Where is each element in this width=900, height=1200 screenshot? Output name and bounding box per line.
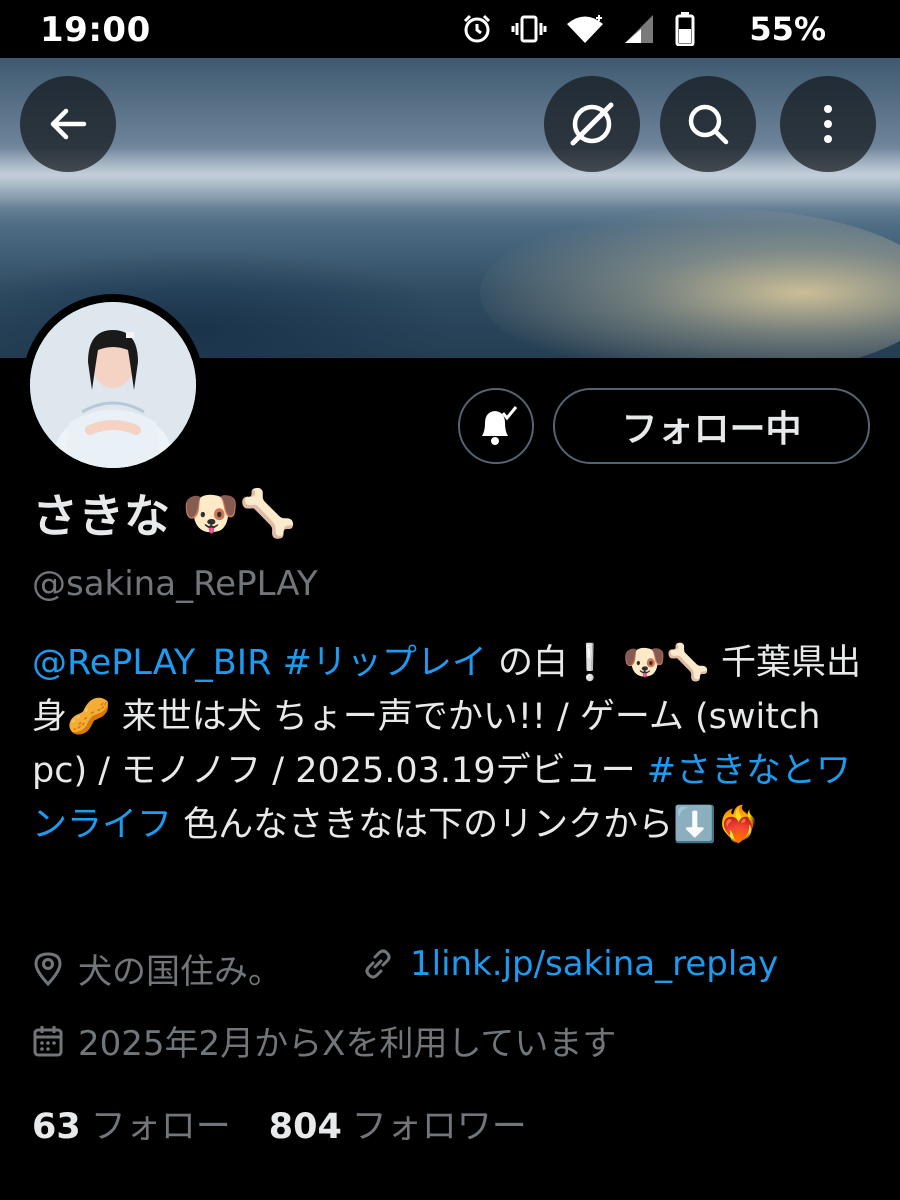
back-arrow-icon [50, 108, 87, 140]
followers-count: 804 [268, 1107, 342, 1147]
status-icons [461, 10, 695, 48]
profile-joined: 2025年2月からXを利用しています [32, 1016, 616, 1065]
vibrate-icon [511, 15, 547, 43]
avatar[interactable] [22, 294, 204, 476]
signal-icon [625, 15, 653, 43]
back-button[interactable] [20, 76, 116, 172]
following-button[interactable]: フォロー中 [553, 388, 870, 464]
location-text: 犬の国住み。 [78, 952, 282, 992]
wifi-icon [567, 15, 603, 43]
battery-percent: 55% [749, 10, 826, 48]
profile-location: 犬の国住み。 [32, 944, 282, 993]
following-stat[interactable]: 63 フォロー [32, 1098, 231, 1149]
alarm-icon [463, 14, 491, 43]
followers-label: フォロワー [351, 1107, 527, 1147]
followers-stat[interactable]: 804 フォロワー [269, 1098, 527, 1149]
grok-button[interactable] [544, 76, 640, 172]
status-time: 19:00 [40, 10, 151, 50]
status-bar: 19:00 55% [0, 0, 900, 58]
bio-mention-link[interactable]: @RePLAY_BIR [32, 643, 271, 683]
website-link[interactable]: 1link.jp/sakina_replay [410, 944, 778, 984]
notifications-button[interactable] [458, 388, 534, 464]
follow-stats: 63 フォロー 804 フォロワー [32, 1098, 527, 1149]
profile-website[interactable]: 1link.jp/sakina_replay [360, 944, 778, 984]
following-label: フォロー [90, 1107, 231, 1147]
banner-clouds [0, 148, 900, 208]
search-icon [688, 104, 729, 145]
grok-icon [570, 102, 614, 146]
bio-hashtag-link[interactable]: #リップレイ [283, 643, 487, 683]
display-name: さきな 🐶🦴 [32, 480, 297, 546]
battery-icon [675, 12, 695, 46]
calendar-icon [33, 1025, 63, 1056]
following-count: 63 [32, 1107, 81, 1147]
more-vertical-icon [824, 105, 832, 143]
handle: @sakina_RePLAY [32, 564, 318, 604]
joined-text: 2025年2月からXを利用しています [78, 1024, 617, 1064]
profile-bio: @RePLAY_BIR #リップレイ の白❕ 🐶🦴 千葉県出身🥜 来世は犬 ちょ… [32, 636, 877, 852]
more-button[interactable] [780, 76, 876, 172]
location-pin-icon [34, 951, 62, 986]
banner-sunlight [480, 208, 900, 358]
display-name-text: さきな [32, 489, 170, 543]
bio-text: 色んなさきなは下のリンクから⬇️❤️‍🔥 [172, 805, 761, 845]
search-button[interactable] [660, 76, 756, 172]
name-emoji: 🐶🦴 [182, 485, 297, 540]
avatar-photo [30, 302, 196, 468]
bell-check-icon [482, 406, 518, 445]
link-icon [365, 949, 391, 979]
